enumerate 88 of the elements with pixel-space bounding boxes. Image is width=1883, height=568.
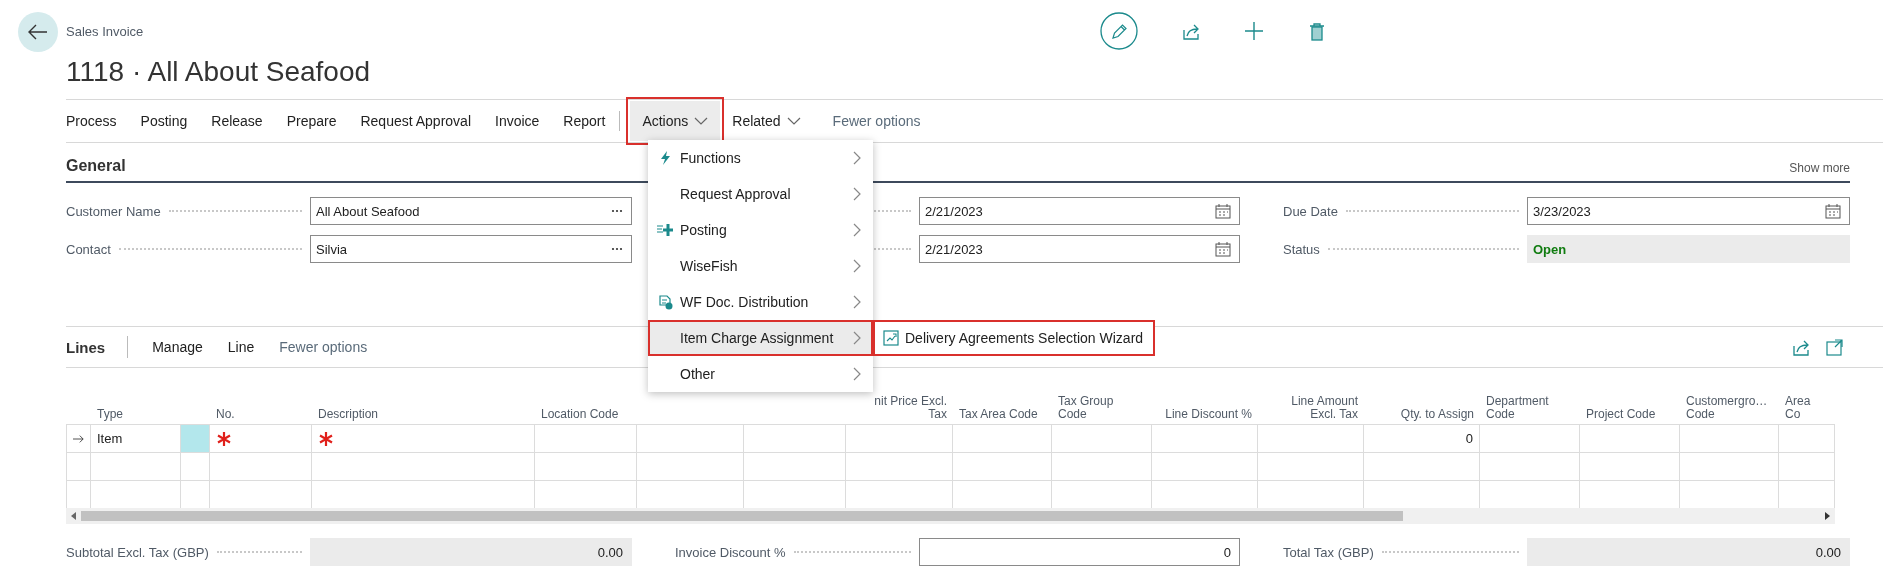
column-header: Area Co (1785, 395, 1812, 421)
column-header: Customergro… Code (1686, 395, 1766, 421)
column-header: Location Code (541, 408, 619, 421)
field-label: Contact (66, 241, 111, 257)
menu-item[interactable]: Delivery Agreements Selection Wizard (873, 320, 1155, 356)
chevron-right-icon (851, 367, 861, 381)
bolt-icon (660, 151, 670, 165)
column-header: Line Discount % (1165, 408, 1252, 421)
column-header: Description (318, 408, 379, 421)
action-button[interactable]: Prepare (274, 101, 349, 141)
action-button[interactable]: Report (551, 101, 618, 141)
field-label: Status (1283, 241, 1320, 257)
chart-icon (883, 330, 899, 346)
input-field[interactable]: 2/21/2023 (919, 197, 1240, 225)
back-button[interactable] (18, 12, 58, 52)
delete-icon[interactable] (1308, 21, 1326, 41)
action-button[interactable]: Manage (152, 339, 203, 355)
share-icon[interactable] (1182, 22, 1200, 40)
chevron-down-icon (694, 115, 709, 127)
menu-item[interactable]: WF Doc. Distribution (648, 284, 873, 320)
column-header: No. (216, 408, 235, 421)
field-label: Invoice Discount % (675, 544, 786, 560)
calendar-icon[interactable] (1215, 203, 1231, 219)
section-title[interactable]: Lines (66, 338, 106, 356)
chevron-right-icon (851, 259, 861, 273)
action-button[interactable]: Posting (128, 101, 200, 141)
expand-icon[interactable] (1826, 338, 1843, 356)
field-label: Subtotal Excl. Tax (GBP) (66, 544, 209, 560)
column-header: Department Code (1486, 395, 1550, 421)
ellipsis-icon (611, 247, 623, 251)
table-cell: 0 (1364, 424, 1480, 452)
column-header: Qty. to Assign (1400, 408, 1474, 421)
action-button[interactable]: Release (199, 101, 275, 141)
field-label: Due Date (1283, 203, 1338, 219)
edit-button[interactable] (1100, 12, 1138, 50)
share-icon[interactable] (1792, 338, 1810, 356)
column-header: nit Price Excl. Tax (873, 395, 947, 421)
document-icon (657, 294, 673, 310)
input-field[interactable]: Silvia (310, 235, 632, 263)
column-header: Tax Area Code (959, 408, 1038, 421)
column-header: Type (97, 408, 123, 421)
action-button[interactable]: Request Approval (348, 101, 483, 141)
calendar-icon[interactable] (1825, 203, 1841, 219)
action-button[interactable]: Line (227, 339, 255, 355)
chevron-right-icon (851, 295, 861, 309)
chevron-right-icon (851, 151, 861, 165)
input-field[interactable]: 0 (919, 538, 1240, 566)
chevron-right-icon (851, 331, 861, 345)
ellipsis-icon (611, 209, 623, 213)
page-caption: Sales Invoice (66, 23, 145, 39)
selection-cell[interactable] (181, 424, 210, 452)
show-more-link[interactable]: Show more (1789, 161, 1850, 175)
menu-item[interactable]: WiseFish (648, 248, 873, 284)
add-icon[interactable] (1244, 21, 1264, 41)
action-button[interactable]: Fewer options (279, 339, 368, 355)
menu-item[interactable]: Other (648, 356, 873, 392)
menu-item[interactable]: Functions (648, 140, 873, 176)
field-label: Total Tax (GBP) (1283, 544, 1374, 560)
scroll-left-icon (70, 511, 77, 521)
status-field: Open (1527, 235, 1850, 263)
table-cell (181, 452, 210, 480)
column-header: Tax Group Code (1058, 395, 1115, 421)
menu-item[interactable]: Posting (648, 212, 873, 248)
column-header: Line Amount Excl. Tax (1290, 395, 1358, 421)
chevron-right-icon (851, 187, 861, 201)
chevron-down-icon (786, 115, 801, 127)
page-title: 1118 · All About Seafood (66, 56, 372, 88)
plus-list-icon (657, 223, 673, 237)
menu-item[interactable]: Request Approval (648, 176, 873, 212)
input-field[interactable]: 3/23/2023 (1527, 197, 1850, 225)
table-cell (1779, 452, 1835, 480)
input-field[interactable]: All About Seafood (310, 197, 632, 225)
scroll-right-icon (1824, 511, 1831, 521)
action-button[interactable]: Process (66, 101, 129, 141)
action-button[interactable]: Invoice (483, 101, 552, 141)
horizontal-scrollbar[interactable] (66, 508, 1835, 524)
table-cell (1779, 424, 1835, 452)
column-header: Project Code (1586, 408, 1656, 421)
input-field: 0.00 (310, 538, 632, 566)
action-button[interactable]: Fewer options (812, 101, 933, 141)
input-field[interactable]: 2/21/2023 (919, 235, 1240, 263)
scrollbar-thumb[interactable] (81, 511, 1403, 521)
section-title[interactable]: General (66, 157, 126, 175)
chevron-right-icon (851, 223, 861, 237)
input-field: 0.00 (1527, 538, 1850, 566)
field-label: Customer Name (66, 203, 161, 219)
calendar-icon[interactable] (1215, 241, 1231, 257)
menu-item[interactable]: Item Charge Assignment (648, 320, 873, 356)
